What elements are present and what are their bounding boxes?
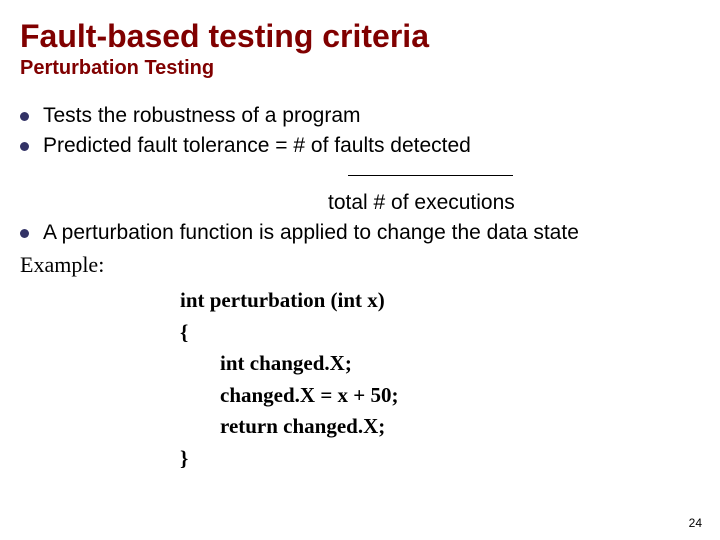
- fraction-denominator: total # of executions: [328, 191, 515, 214]
- bullet-row-1: Tests the robustness of a program: [20, 102, 700, 130]
- bullet-row-3: A perturbation function is applied to ch…: [20, 219, 700, 247]
- bullet-text-2-prefix: Predicted fault tolerance =: [43, 134, 293, 157]
- code-line-4: changed.X = x + 50;: [220, 380, 700, 412]
- fraction-bar: [348, 175, 513, 176]
- code-line-1: int perturbation (int x): [180, 285, 700, 317]
- example-label: Example:: [20, 250, 700, 280]
- body-content: Tests the robustness of a program Predic…: [20, 102, 700, 474]
- slide: Fault-based testing criteria Perturbatio…: [0, 0, 720, 540]
- slide-title: Fault-based testing criteria: [20, 18, 700, 55]
- fraction-numerator: # of faults detected: [293, 134, 470, 157]
- fraction-line-row: [20, 161, 700, 189]
- slide-subtitle: Perturbation Testing: [20, 57, 700, 80]
- bullet-text-2: Predicted fault tolerance = # of faults …: [43, 132, 700, 160]
- bullet-icon: [20, 142, 29, 151]
- bullet-icon: [20, 112, 29, 121]
- bullet-text-1: Tests the robustness of a program: [43, 102, 700, 130]
- fraction-denominator-row: total # of executions: [20, 189, 700, 217]
- page-number: 24: [689, 516, 702, 530]
- code-line-6: }: [180, 443, 700, 475]
- bullet-row-2: Predicted fault tolerance = # of faults …: [20, 132, 700, 160]
- code-line-2: {: [180, 317, 700, 349]
- code-line-5: return changed.X;: [220, 411, 700, 443]
- code-line-3: int changed.X;: [220, 348, 700, 380]
- bullet-text-3: A perturbation function is applied to ch…: [43, 219, 700, 247]
- bullet-icon: [20, 229, 29, 238]
- code-block: int perturbation (int x) { int changed.X…: [180, 285, 700, 474]
